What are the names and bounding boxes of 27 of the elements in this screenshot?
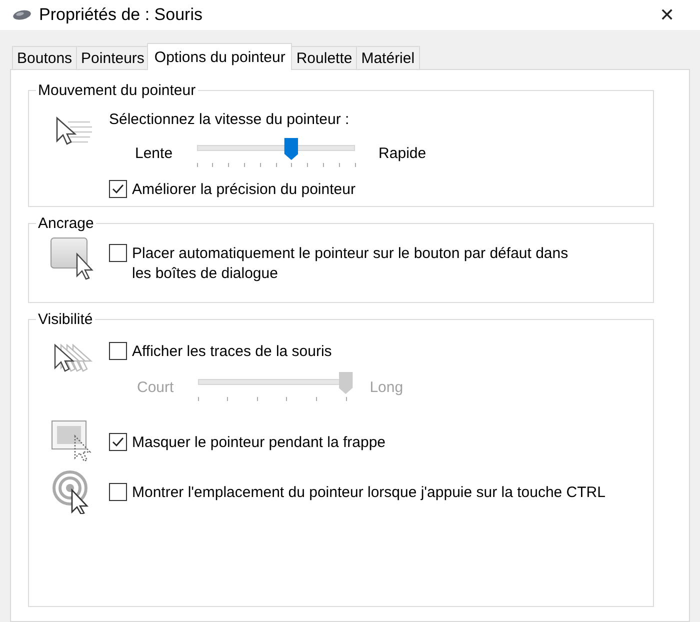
group-title: Visibilité: [37, 311, 94, 328]
trails-checkbox[interactable]: Afficher les traces de la souris: [109, 342, 404, 360]
locate-pointer-checkbox[interactable]: Montrer l'emplacement du pointeur lorsque j'appuie sur la touche CTRL: [109, 483, 606, 501]
tab[interactable]: Options du pointeur: [147, 43, 292, 70]
checkbox[interactable]: [109, 342, 127, 360]
group-title: Ancrage: [37, 215, 95, 232]
mouse-icon: [12, 9, 32, 21]
slow-label: Lente: [135, 144, 173, 162]
tab[interactable]: Boutons: [12, 46, 78, 70]
long-label: Long: [370, 378, 404, 396]
slider-thumb[interactable]: [284, 138, 298, 160]
group-title: Mouvement du pointeur: [37, 82, 197, 99]
checkbox[interactable]: [109, 180, 127, 198]
checkbox[interactable]: [109, 483, 127, 501]
hide-pointer-checkbox[interactable]: Masquer le pointeur pendant la frappe: [109, 433, 386, 451]
close-button[interactable]: ✕: [644, 0, 690, 30]
speed-prompt: Sélectionnez la vitesse du pointeur :: [109, 111, 350, 128]
checkbox[interactable]: [109, 244, 127, 262]
enhance-checkbox[interactable]: Améliorer la précision du pointeur: [109, 180, 426, 198]
window-title: Propriétés de : Souris: [39, 5, 204, 25]
short-label: Court: [137, 378, 174, 396]
snap-checkbox[interactable]: Placer automatiquement le pointeur sur le bouton par défaut dans les boîtes de dialogue: [109, 244, 587, 284]
checkbox[interactable]: [109, 433, 127, 451]
check-icon: [111, 435, 125, 449]
tab[interactable]: Matériel: [356, 46, 420, 70]
fast-label: Rapide: [378, 144, 426, 162]
check-icon: [111, 182, 125, 196]
